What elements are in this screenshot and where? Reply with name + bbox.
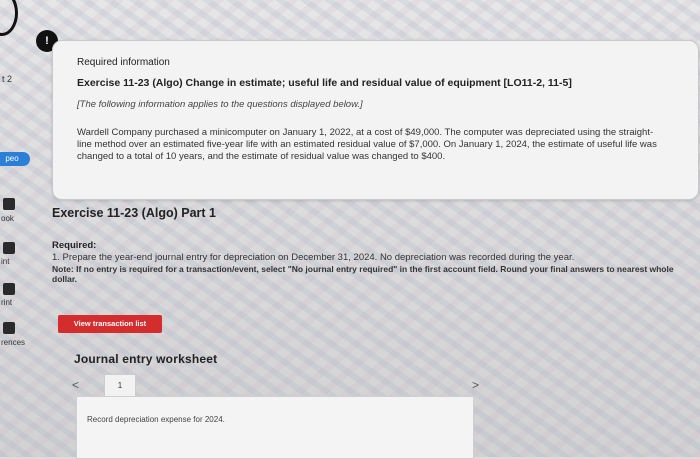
rail-number: t 2 [2,74,13,84]
rail-references-icon[interactable] [3,322,15,334]
required-note: Note: If no entry is required for a tran… [52,264,674,284]
worksheet-instruction: Record depreciation expense for 2024. [87,415,225,424]
info-exercise-title: Exercise 11-23 (Algo) Change in estimate… [77,77,572,89]
left-navigation-rail: t 2 peo ook int rint rences [0,0,40,457]
view-transaction-list-button[interactable]: View transaction list [58,315,162,333]
part-title: Exercise 11-23 (Algo) Part 1 [52,206,216,220]
rail-label-hint: int [1,257,10,266]
chevron-right-icon[interactable]: > [472,378,479,392]
rail-label-print: rint [1,298,13,307]
required-information-panel: Required information Exercise 11-23 (Alg… [52,40,699,200]
worksheet-tab-1[interactable]: 1 [104,374,136,397]
rail-hint-icon[interactable] [3,242,15,254]
info-italic-note: [The following information applies to th… [77,99,363,110]
info-body-text: Wardell Company purchased a minicomputer… [77,127,657,162]
journal-worksheet-box: Record depreciation expense for 2024. [76,396,474,459]
rail-label-book: ook [1,214,14,223]
chevron-left-icon[interactable]: < [72,378,79,392]
rail-book-icon[interactable] [3,198,15,210]
rail-arc-icon [0,0,18,36]
required-label: Required: [52,240,97,251]
required-text: 1. Prepare the year-end journal entry fo… [52,252,575,263]
journal-entry-worksheet-title: Journal entry worksheet [74,352,218,366]
rail-label-references: rences [1,338,26,347]
info-title: Required information [77,57,170,68]
rail-pill[interactable]: peo [0,152,30,166]
rail-print-icon[interactable] [3,283,15,295]
